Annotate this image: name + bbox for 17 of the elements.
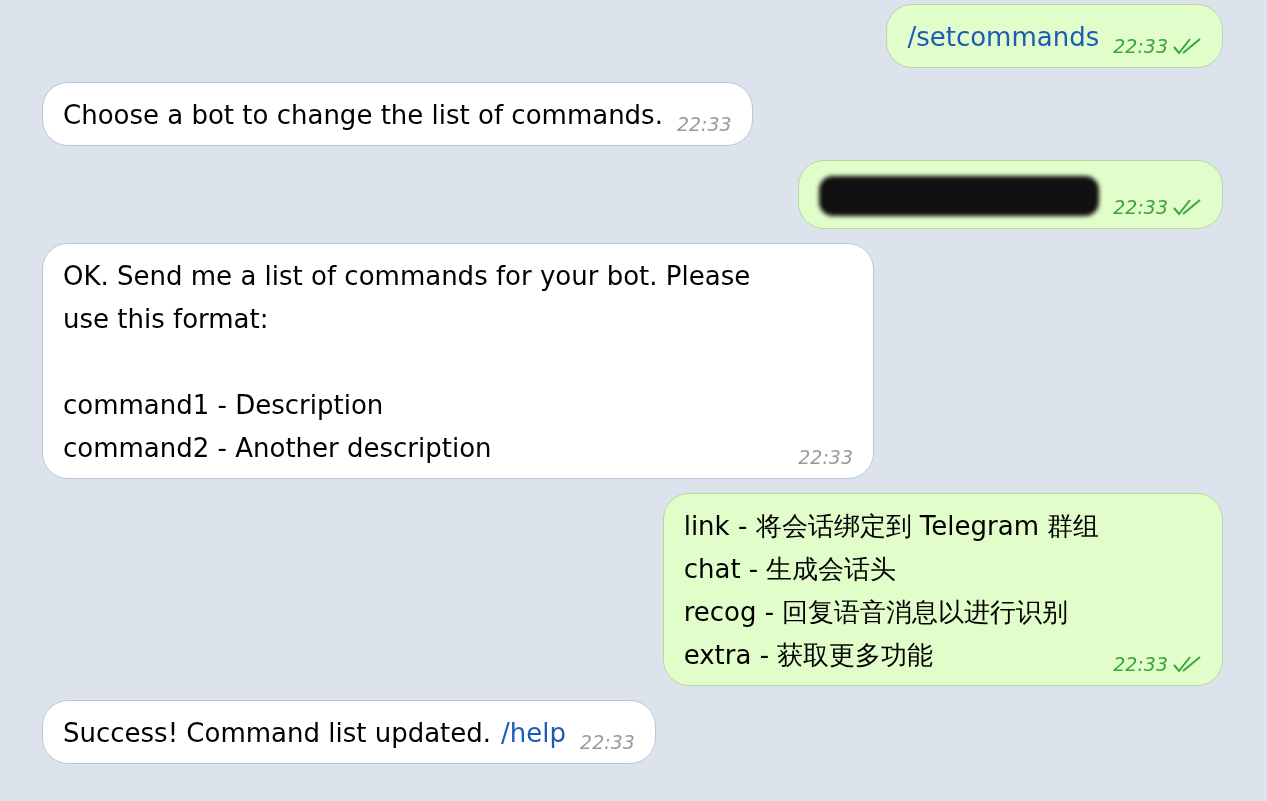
message-time: 22:33 [1113, 653, 1168, 675]
message-text: recog - 回复语音消息以进行识别 [683, 597, 1069, 627]
command-link[interactable]: /setcommands [907, 22, 1100, 52]
message-text: Choose a bot to change the list of commands. [63, 100, 663, 130]
message-text: Success! Command list updated. [63, 718, 492, 748]
message-time: 22:33 [1113, 196, 1168, 218]
message-text: OK. Send me a list of commands for your bot. Please use this format: [63, 261, 751, 334]
command-link[interactable]: /help [501, 718, 567, 748]
message-time: 22:33 [1113, 35, 1168, 57]
message-text: chat - 生成会话头 [683, 554, 897, 584]
message-time: 22:33 [798, 446, 853, 468]
message-text: command2 - Another description [63, 433, 492, 463]
message-text: extra - 获取更多功能 [683, 640, 934, 670]
message-text: command1 - Description [63, 390, 384, 420]
message-time: 22:33 [580, 731, 635, 753]
message-time: 22:33 [676, 113, 732, 135]
message-text: link - 将会话绑定到 Telegram 群组 [683, 511, 1100, 541]
